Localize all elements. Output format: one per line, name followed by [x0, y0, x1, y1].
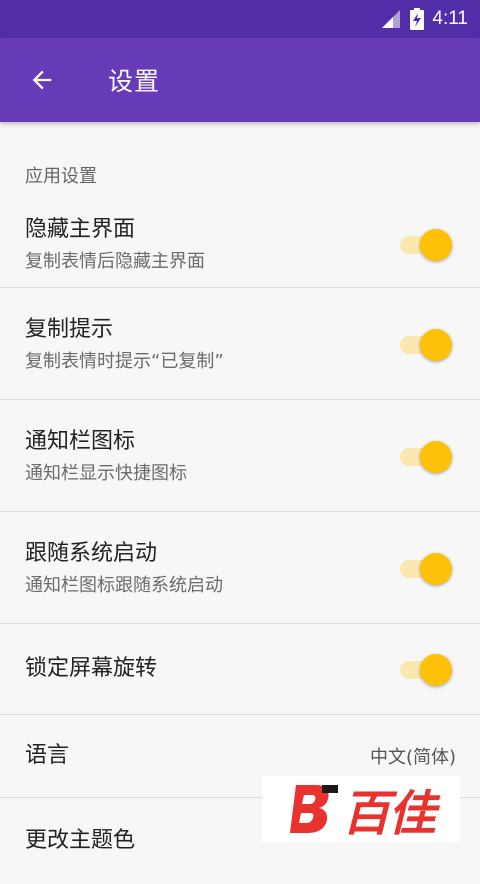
setting-subtitle: 复制表情后隐藏主界面	[25, 250, 205, 272]
setting-title: 语言	[25, 743, 70, 768]
signal-icon	[382, 10, 401, 28]
setting-row-lock-rotation[interactable]: 锁定屏幕旋转	[0, 624, 480, 715]
status-bar: 4:11	[0, 0, 480, 38]
setting-row-copy-hint[interactable]: 复制提示 复制表情时提示“已复制”	[0, 288, 480, 400]
setting-subtitle: 通知栏显示快捷图标	[25, 462, 187, 484]
toggle-switch[interactable]	[400, 551, 452, 585]
setting-title: 锁定屏幕旋转	[25, 656, 158, 681]
setting-subtitle: 通知栏图标跟随系统启动	[25, 574, 223, 596]
toggle-thumb	[420, 228, 452, 261]
app-bar: 设置	[0, 38, 480, 122]
watermark-text: 百佳	[341, 786, 436, 842]
toggle-thumb	[420, 328, 452, 361]
arrow-left-icon	[32, 70, 52, 90]
toggle-switch[interactable]	[400, 652, 452, 686]
toggle-thumb	[420, 440, 452, 473]
watermark-logo: 百佳	[262, 776, 460, 842]
battery-icon	[410, 8, 425, 30]
toggle-switch[interactable]	[400, 439, 452, 473]
setting-title: 通知栏图标	[25, 428, 136, 454]
toggle-switch[interactable]	[400, 227, 452, 261]
setting-title: 跟随系统启动	[25, 540, 158, 566]
section-header: 应用设置	[25, 166, 97, 187]
watermark-logo-icon	[289, 785, 338, 833]
back-button[interactable]	[0, 38, 84, 122]
setting-title: 复制提示	[25, 316, 114, 342]
language-value: 中文(简体)	[369, 747, 456, 768]
setting-row-autostart[interactable]: 跟随系统启动 通知栏图标跟随系统启动	[0, 512, 480, 624]
status-time: 4:11	[432, 8, 468, 29]
setting-title: 隐藏主界面	[25, 216, 136, 242]
toggle-thumb	[420, 552, 452, 585]
toggle-switch[interactable]	[400, 327, 452, 361]
toggle-thumb	[420, 654, 452, 686]
setting-row-notification-icon[interactable]: 通知栏图标 通知栏显示快捷图标	[0, 400, 480, 512]
setting-title: 更改主题色	[25, 828, 136, 853]
setting-row-hide-main[interactable]: 隐藏主界面 复制表情后隐藏主界面	[0, 200, 480, 288]
settings-list: 应用设置 隐藏主界面 复制表情后隐藏主界面 复制提示 复制表情时提示“已复制” …	[0, 122, 480, 884]
setting-subtitle: 复制表情时提示“已复制”	[25, 350, 224, 372]
page-title: 设置	[108, 67, 161, 96]
